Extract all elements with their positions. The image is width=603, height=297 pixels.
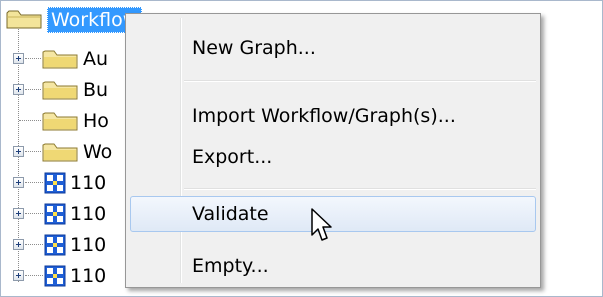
folder-icon — [42, 141, 78, 167]
menu-item-label: Import Workflow/Graph(s)... — [192, 105, 456, 127]
plus-expander-icon[interactable] — [13, 146, 24, 157]
menu-separator — [184, 80, 536, 82]
plus-expander-icon[interactable] — [13, 208, 24, 219]
tree-connector — [25, 275, 43, 276]
plus-expander-icon[interactable] — [13, 239, 24, 250]
plus-expander-icon[interactable] — [13, 177, 24, 188]
tree-connector — [19, 120, 41, 121]
menu-item-new-graph[interactable]: New Graph... — [130, 30, 536, 66]
tree-connector — [25, 58, 41, 59]
mouse-pointer-icon — [310, 208, 334, 248]
menu-item-label: New Graph... — [192, 37, 316, 59]
tree-item-label: 110 — [70, 203, 107, 225]
menu-item-label: Validate — [192, 203, 269, 225]
folder-icon — [42, 48, 78, 74]
graph-icon — [44, 203, 66, 229]
tree-item-label: Bu — [83, 79, 109, 101]
menu-item-label: Empty... — [192, 255, 269, 277]
graph-icon — [44, 265, 66, 291]
graph-icon — [44, 234, 66, 260]
tree-item-label: 110 — [70, 234, 107, 256]
folder-icon — [6, 9, 42, 33]
plus-expander-icon[interactable] — [13, 53, 24, 64]
menu-item-empty[interactable]: Empty... — [130, 248, 536, 284]
tree-connector — [25, 182, 43, 183]
tree-item-label: 110 — [70, 172, 107, 194]
plus-expander-icon[interactable] — [13, 84, 24, 95]
tree-item-label: Wo — [83, 141, 113, 163]
tree-item-label: Au — [83, 48, 109, 70]
menu-item-import-workflow[interactable]: Import Workflow/Graph(s)... — [130, 98, 536, 134]
plus-expander-icon[interactable] — [13, 270, 24, 281]
menu-separator — [184, 188, 536, 190]
tree-connector — [25, 244, 43, 245]
graph-icon — [44, 172, 66, 198]
menu-item-label: Export... — [192, 146, 273, 168]
tree-connector — [25, 89, 41, 90]
folder-icon — [42, 110, 78, 136]
tree-connector — [25, 151, 41, 152]
tree-item-label: Ho — [83, 110, 109, 132]
tree-item-label: 110 — [70, 265, 107, 287]
folder-icon — [42, 79, 78, 105]
menu-item-export[interactable]: Export... — [130, 139, 536, 175]
tree-connector — [25, 213, 43, 214]
